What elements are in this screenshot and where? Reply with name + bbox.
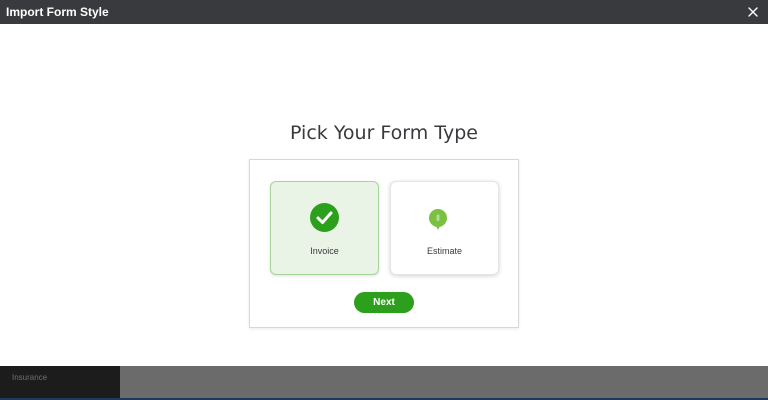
import-form-style-dialog: Import Form Style Pick Your Form Type In… [0,0,768,366]
dialog-titlebar: Import Form Style [0,0,768,24]
estimate-option-label: Estimate [426,246,462,256]
estimate-option-card[interactable]: Estimate [390,181,499,275]
background-sidebar-item[interactable] [0,366,120,400]
checkmark-circle-icon [310,203,339,232]
next-button[interactable]: Next [354,292,414,313]
form-type-panel: Invoice Estimate Next [249,159,519,328]
background-item-label: Insurance [12,373,48,382]
page-title: Pick Your Form Type [290,122,478,144]
close-icon[interactable] [745,4,761,20]
lightbulb-icon [429,209,447,230]
dialog-title: Import Form Style [6,5,109,19]
invoice-option-card[interactable]: Invoice [270,181,379,275]
invoice-option-label: Invoice [310,246,339,256]
